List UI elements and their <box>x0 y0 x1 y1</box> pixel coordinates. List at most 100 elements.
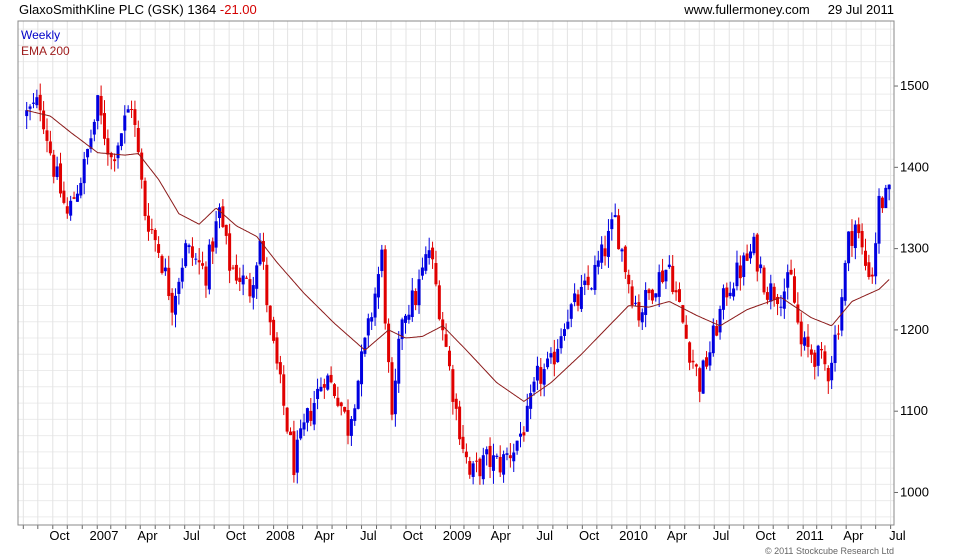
candle-down <box>146 215 150 232</box>
candle-up <box>610 219 614 230</box>
candle-down <box>383 249 387 324</box>
candle-down <box>282 374 286 406</box>
candle-down <box>211 241 215 252</box>
candle-up <box>596 260 600 267</box>
candle-up <box>877 195 881 244</box>
candle-up <box>505 453 509 455</box>
y-tick-label: 1200 <box>900 322 929 337</box>
candle-down <box>444 334 448 347</box>
candle-up <box>28 106 32 109</box>
candle-up <box>515 440 519 451</box>
candle-down <box>461 436 465 450</box>
candle-up <box>207 244 211 290</box>
candle-up <box>397 338 401 384</box>
candle-up <box>312 402 316 425</box>
candle-up <box>634 302 638 304</box>
x-tick-label: Oct <box>403 528 424 543</box>
candle-down <box>204 266 208 286</box>
candle-up <box>569 304 573 319</box>
candle-down <box>806 336 810 347</box>
candle-down <box>765 292 769 300</box>
candle-up <box>579 286 583 309</box>
candle-up <box>302 422 306 430</box>
candle-down <box>45 130 49 141</box>
candle-down <box>289 431 293 436</box>
candle-down <box>336 397 340 406</box>
candle-up <box>326 375 330 390</box>
x-tick-label: Oct <box>49 528 70 543</box>
candle-up <box>163 267 167 272</box>
candle-up <box>79 182 83 196</box>
candle-up <box>843 262 847 301</box>
candle-up <box>353 408 357 421</box>
x-tick-label: Jul <box>713 528 730 543</box>
candle-up <box>92 121 96 135</box>
candle-up <box>123 115 127 131</box>
candle-up <box>847 231 851 264</box>
candle-up <box>356 380 360 409</box>
candle-down <box>705 357 709 367</box>
x-tick-label: 2010 <box>619 528 648 543</box>
candle-down <box>234 264 238 281</box>
candle-up <box>721 288 725 310</box>
x-tick-label: 2008 <box>266 528 295 543</box>
x-tick-label: Oct <box>755 528 776 543</box>
candle-down <box>813 352 817 367</box>
candle-down <box>738 265 742 279</box>
candle-up <box>180 267 184 282</box>
candle-up <box>786 272 790 288</box>
candle-down <box>65 206 69 214</box>
candle-down <box>630 286 634 306</box>
candle-up <box>748 251 752 259</box>
candle-down <box>414 291 418 306</box>
candle-down <box>661 270 665 283</box>
copyright-text: © 2011 Stockcube Research Ltd <box>764 546 894 556</box>
candle-down <box>725 287 729 298</box>
candle-down <box>498 456 502 473</box>
candle-down <box>106 138 110 155</box>
candle-up <box>214 221 218 248</box>
candle-down <box>238 277 242 282</box>
candle-up <box>583 280 587 286</box>
x-tick-label: Jul <box>889 528 906 543</box>
x-tick-label: Jul <box>536 528 553 543</box>
candle-up <box>410 290 414 318</box>
candle-down <box>268 305 272 323</box>
candle-up <box>187 245 191 248</box>
candle-down <box>447 350 451 367</box>
candle-down <box>863 250 867 266</box>
candle-down <box>339 402 343 407</box>
candle-up <box>31 102 35 104</box>
candle-up <box>853 224 857 249</box>
candle-down <box>150 229 154 231</box>
candle-up <box>606 230 610 257</box>
candle-up <box>258 240 262 265</box>
candle-down <box>275 337 279 364</box>
candle-down <box>228 233 232 271</box>
candle-down <box>157 244 161 253</box>
candle-up <box>708 352 712 366</box>
candle-up <box>718 308 722 333</box>
y-tick-label: 1300 <box>900 241 929 256</box>
candle-down <box>272 319 276 341</box>
candle-down <box>72 197 76 199</box>
candle-down <box>688 342 692 363</box>
x-tick-label: Apr <box>843 528 864 543</box>
candle-down <box>329 374 333 383</box>
candle-down <box>522 432 526 436</box>
candle-up <box>82 158 86 184</box>
candle-down <box>603 248 607 257</box>
candle-up <box>519 433 523 437</box>
candle-down <box>508 455 512 459</box>
candle-up <box>833 334 837 364</box>
candle-up <box>69 200 73 216</box>
candle-down <box>789 269 793 275</box>
candle-up <box>711 325 715 354</box>
candle-up <box>420 267 424 276</box>
candle-down <box>102 113 106 139</box>
x-tick-label: Oct <box>226 528 247 543</box>
x-tick-label: 2009 <box>443 528 472 543</box>
y-tick-label: 1500 <box>900 78 929 93</box>
candle-down <box>48 141 52 154</box>
candle-up <box>404 315 408 323</box>
